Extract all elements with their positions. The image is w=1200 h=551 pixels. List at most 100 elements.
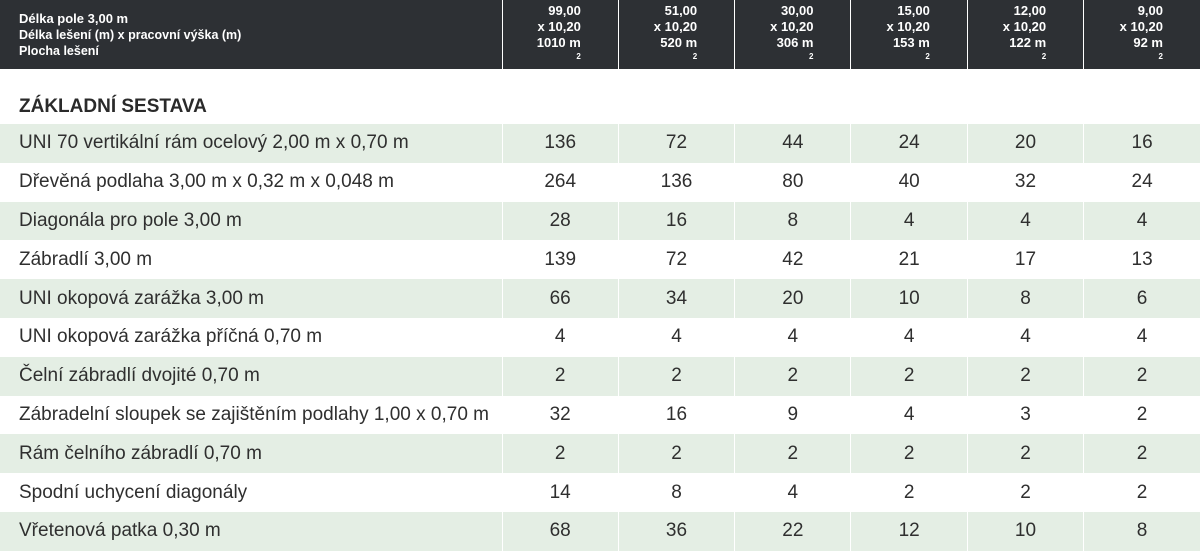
quantity-cell: 22 [734, 511, 851, 551]
quantity-cell: 4 [1083, 201, 1200, 241]
table-row: Diagonála pro pole 3,00 m 28 16 8 4 4 4 [0, 201, 1200, 241]
quantity-cell: 6 [1083, 279, 1200, 318]
table-row: Čelní zábradlí dvojité 0,70 m222222 [0, 356, 1200, 396]
table-row: Spodní uchycení diagonály 14 8 4 2 2 2 [0, 473, 1200, 512]
quantity-cell: 4 [734, 317, 851, 357]
quantity-cell: 2 [850, 473, 968, 512]
header-column-5: 12,00 x 10,20 122 m2 [966, 0, 1084, 69]
header-row: Délka pole 3,00 m Délka lešení (m) x pra… [0, 0, 1200, 69]
item-name: Diagonála pro pole 3,00 m [19, 209, 242, 231]
quantity-cell: 28 [501, 201, 619, 241]
column-height: x 10,20 [1002, 18, 1047, 34]
quantity-cell: 8 [966, 279, 1084, 318]
quantity-cell: 80 [734, 162, 851, 202]
column-height: x 10,20 [1119, 18, 1163, 34]
quantity-cell: 2 [966, 473, 1084, 512]
quantity-cell: 16 [617, 201, 735, 241]
column-area: 520 m2 [660, 34, 698, 61]
item-name: Čelní zábradlí dvojité 0,70 m [19, 365, 260, 387]
quantity-cell: 264 [501, 162, 619, 202]
quantity-cell: 8 [617, 473, 735, 512]
table-header: Délka pole 3,00 m Délka lešení (m) x pra… [0, 0, 1200, 69]
header-column-6: 9,00 x 10,20 92 m2 [1083, 0, 1200, 69]
quantity-cell: 36 [617, 511, 735, 551]
quantity-cell: 13 [1083, 240, 1200, 280]
quantity-cell: 8 [734, 201, 851, 241]
column-area: 122 m2 [1009, 34, 1047, 61]
column-area: 306 m2 [776, 34, 814, 61]
quantity-cell: 20 [966, 124, 1084, 163]
quantity-cell: 2 [1083, 395, 1200, 435]
table-row: Zábradlí 3,00 m 139 72 42 21 17 13 [0, 240, 1200, 280]
quantity-cell: 2 [501, 356, 619, 396]
item-name: Dřevěná podlaha 3,00 m x 0,32 m x 0,048 … [19, 171, 394, 193]
table-row: Dřevěná podlaha 3,00 m x 0,32 m x 0,048 … [0, 162, 1200, 202]
quantity-cell: 2 [850, 356, 968, 396]
quantity-cell: 9 [734, 395, 851, 435]
header-column-3: 30,00 x 10,20 306 m2 [734, 0, 851, 69]
item-name: UNI 70 vertikální rám ocelový 2,00 m x 0… [19, 132, 409, 154]
header-column-1: 99,00 x 10,20 1010 m2 [501, 0, 619, 69]
quantity-cell: 21 [850, 240, 968, 280]
column-length: 9,00 [1137, 2, 1163, 18]
quantity-cell: 17 [966, 240, 1084, 280]
column-height: x 10,20 [770, 18, 814, 34]
quantity-cell: 2 [1083, 434, 1200, 474]
item-name: UNI okopová zarážka 3,00 m [19, 287, 265, 309]
quantity-cell: 4 [1083, 317, 1200, 357]
quantity-cell: 66 [501, 279, 619, 318]
column-area: 1010 m2 [536, 34, 581, 61]
column-length: 51,00 [664, 2, 698, 18]
quantity-cell: 2 [1083, 473, 1200, 512]
quantity-cell: 2 [501, 434, 619, 474]
quantity-cell: 68 [501, 511, 619, 551]
quantity-cell: 32 [966, 162, 1084, 202]
table-body: ZÁKLADNÍ SESTAVA UNI 70 vertikální rám o… [0, 69, 1200, 551]
column-height: x 10,20 [653, 18, 698, 34]
quantity-cell: 16 [617, 395, 735, 435]
header-column-4: 15,00 x 10,20 153 m2 [850, 0, 968, 69]
header-column-2: 51,00 x 10,20 520 m2 [617, 0, 735, 69]
section-row: ZÁKLADNÍ SESTAVA [0, 69, 1200, 124]
item-name: Spodní uchycení diagonály [19, 481, 248, 503]
column-height: x 10,20 [537, 18, 581, 34]
column-height: x 10,20 [886, 18, 930, 34]
header-area-label: Plocha lešení [19, 43, 99, 58]
quantity-cell: 4 [850, 201, 968, 241]
quantity-cell: 24 [850, 124, 968, 163]
quantity-cell: 40 [850, 162, 968, 202]
table-row: UNI okopová zarážka příčná 0,70 m444444 [0, 317, 1200, 357]
quantity-cell: 34 [617, 279, 735, 318]
quantity-cell: 4 [966, 201, 1084, 241]
column-length: 15,00 [897, 2, 930, 18]
quantity-cell: 24 [1083, 162, 1200, 202]
item-name: Rám čelního zábradlí 0,70 m [19, 442, 262, 464]
quantity-cell: 139 [501, 240, 619, 280]
column-area: 153 m2 [892, 34, 930, 61]
quantity-cell: 72 [617, 240, 735, 280]
item-name: UNI okopová zarážka příčná 0,70 m [19, 326, 323, 348]
table-row: Vřetenová patka 0,30 m 68 36 22 12 10 8 [0, 511, 1200, 551]
quantity-cell: 4 [966, 317, 1084, 357]
quantity-cell: 4 [850, 395, 968, 435]
quantity-cell: 2 [734, 434, 851, 474]
quantity-cell: 2 [617, 356, 735, 396]
scaffold-components-table: Délka pole 3,00 m Délka lešení (m) x pra… [0, 0, 1200, 551]
item-name: Zábradelní sloupek se zajištěním podlahy… [19, 403, 489, 425]
column-length: 30,00 [780, 2, 814, 18]
quantity-cell: 72 [617, 124, 735, 163]
quantity-cell: 4 [734, 473, 851, 512]
item-name: Vřetenová patka 0,30 m [19, 520, 221, 542]
quantity-cell: 16 [1083, 124, 1200, 163]
section-title: ZÁKLADNÍ SESTAVA [19, 96, 207, 117]
header-dimensions-label: Délka lešení (m) x pracovní výška (m) [19, 27, 242, 42]
header-label-cell: Délka pole 3,00 m Délka lešení (m) x pra… [0, 0, 502, 69]
quantity-cell: 2 [966, 434, 1084, 474]
quantity-cell: 136 [501, 124, 619, 163]
table-row: UNI 70 vertikální rám ocelový 2,00 m x 0… [0, 124, 1200, 163]
quantity-cell: 14 [501, 473, 619, 512]
quantity-cell: 2 [1083, 356, 1200, 396]
table-row: Zábradelní sloupek se zajištěním podlahy… [0, 395, 1200, 435]
quantity-cell: 4 [617, 317, 735, 357]
quantity-cell: 136 [617, 162, 735, 202]
